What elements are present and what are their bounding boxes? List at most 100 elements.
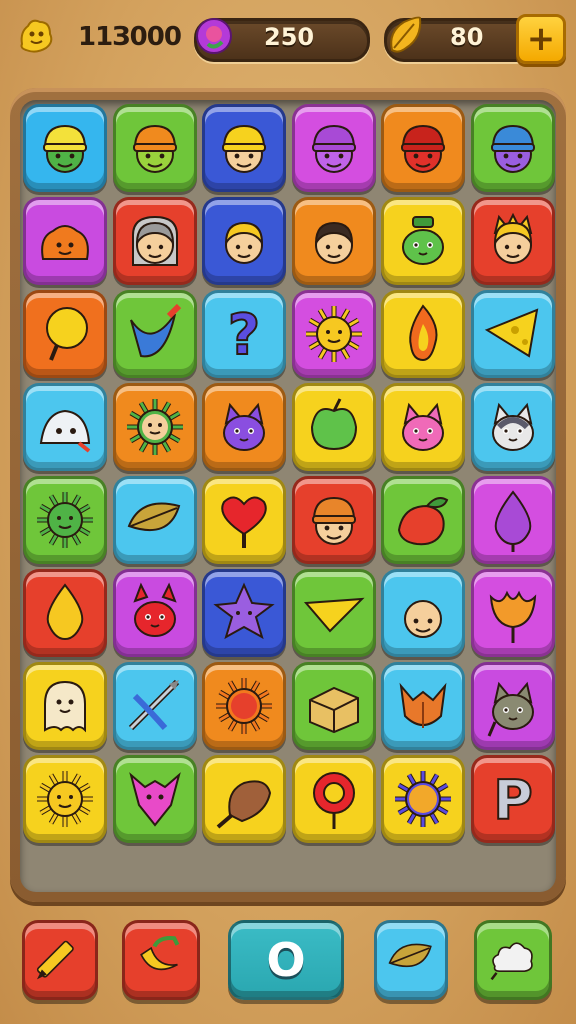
tile-pink-cat[interactable]	[381, 383, 465, 471]
tile-leaf[interactable]	[112, 476, 197, 564]
cheese-block-icon	[308, 686, 359, 734]
blond-face-icon	[224, 221, 264, 264]
tile-red-berry[interactable]	[381, 476, 465, 564]
acorn-icon	[216, 780, 272, 829]
tile-dark-hair-face[interactable]	[291, 197, 376, 285]
spiky-face-icon	[126, 399, 183, 455]
tile-red-ring[interactable]	[291, 755, 376, 843]
tile-red-sun[interactable]	[202, 662, 286, 750]
bald-face-icon	[404, 600, 442, 638]
spiky-orb-icon	[395, 771, 451, 827]
tile-orange-tulip[interactable]	[470, 569, 555, 657]
tile-question-mark[interactable]: ?	[202, 290, 286, 378]
green-apple-icon	[310, 398, 357, 451]
coin-icon	[20, 19, 53, 53]
banana-booster-button[interactable]	[122, 920, 200, 1000]
tile-crossbow[interactable]	[112, 662, 197, 750]
top-hud: 11З000 250 80 +	[0, 0, 576, 80]
red-devil-icon	[132, 582, 177, 637]
blue-carrot-icon	[129, 303, 181, 358]
cloud-icon	[485, 930, 541, 990]
gem-icon	[196, 18, 232, 54]
cloud-booster-button[interactable]	[474, 920, 552, 1000]
crayon-booster-button[interactable]	[22, 920, 98, 1000]
tile-letter-p[interactable]: P	[470, 755, 555, 843]
tile-husky[interactable]	[470, 383, 555, 471]
tile-grey-hood-face[interactable]	[112, 197, 197, 285]
tile-spiky-face[interactable]	[112, 383, 197, 471]
tile-yellow-drop[interactable]	[23, 569, 107, 657]
tile-green-frog[interactable]	[381, 197, 465, 285]
banana-icon	[133, 930, 189, 990]
tile-heart-lollipop[interactable]	[202, 476, 286, 564]
tile-grey-cat[interactable]	[470, 662, 555, 750]
tile-cheese-block[interactable]	[291, 662, 376, 750]
green-frog-icon	[402, 216, 444, 265]
leaf-icon	[383, 930, 439, 990]
pink-cat-icon	[402, 402, 444, 451]
pink-bat-icon	[128, 772, 181, 827]
tile-white-fish[interactable]	[23, 383, 107, 471]
tile-fox[interactable]	[381, 662, 465, 750]
leaf-booster-button[interactable]	[374, 920, 448, 1000]
tile-blond-face[interactable]	[202, 197, 286, 285]
tile-spiky-orb[interactable]	[381, 755, 465, 843]
smiling-sun-icon	[37, 771, 93, 827]
tile-blue-carrot[interactable]	[112, 290, 197, 378]
tile-green-apple[interactable]	[291, 383, 376, 471]
ghost-icon	[44, 680, 86, 733]
grey-hood-face-icon	[131, 215, 178, 266]
tile-cheese[interactable]	[470, 290, 555, 378]
svg-text:?: ?	[228, 303, 260, 368]
yellow-wedge-icon	[303, 597, 365, 633]
tile-yellow-lollipop[interactable]	[23, 290, 107, 378]
tile-purple-drop[interactable]	[470, 476, 555, 564]
question-mark-icon: ?	[227, 302, 261, 368]
tile-pink-bat[interactable]	[112, 755, 197, 843]
husky-icon	[491, 402, 534, 451]
tile-violet-hat-face[interactable]	[470, 104, 555, 192]
beanie-face-icon	[311, 496, 356, 545]
red-sun-icon	[216, 678, 272, 734]
heart-lollipop-icon	[221, 496, 267, 548]
tile-smiling-sun[interactable]	[23, 755, 107, 843]
crown-face-icon	[493, 212, 532, 264]
tile-acorn[interactable]	[202, 755, 286, 843]
center-toggle-button[interactable]: O	[228, 920, 344, 1000]
tile-red-hat-face[interactable]	[381, 104, 465, 192]
tile-purple-star[interactable]	[202, 569, 286, 657]
yellow-drop-icon	[46, 583, 84, 641]
tile-grid: ? P	[23, 104, 555, 843]
cheese-icon	[484, 308, 538, 358]
leaves-counter: 80	[450, 23, 484, 51]
leaf-icon	[127, 502, 180, 531]
tile-red-devil[interactable]	[112, 569, 197, 657]
tile-flame[interactable]	[381, 290, 465, 378]
add-currency-button[interactable]: +	[516, 14, 566, 64]
tile-purple-hat-face[interactable]	[291, 104, 376, 192]
purple-drop-icon	[494, 490, 531, 552]
lime-hat-face-icon	[132, 124, 177, 173]
tile-bald-face[interactable]	[381, 569, 465, 657]
grey-cat-icon	[487, 681, 534, 737]
tile-ghost[interactable]	[23, 662, 107, 750]
tile-yellow-hat-face[interactable]	[202, 104, 286, 192]
tile-lime-hat-face[interactable]	[112, 104, 197, 192]
fox-icon	[399, 682, 447, 728]
tile-purple-cat[interactable]	[202, 383, 286, 471]
tile-beanie-face[interactable]	[291, 476, 376, 564]
tile-yellow-wedge[interactable]	[291, 569, 376, 657]
dark-hair-face-icon	[314, 221, 353, 264]
yellow-lollipop-icon	[46, 307, 88, 361]
green-sun-icon	[37, 492, 93, 548]
crossbow-icon	[128, 679, 179, 731]
tile-sun-face[interactable]	[291, 290, 376, 378]
tile-crown-face[interactable]	[470, 197, 555, 285]
tile-green-sun[interactable]	[23, 476, 107, 564]
tile-orange-blob[interactable]	[23, 197, 107, 285]
tile-green-hat-face[interactable]	[23, 104, 107, 192]
red-hat-face-icon	[401, 124, 445, 173]
center-button-label: O	[266, 933, 306, 987]
purple-star-icon	[213, 582, 275, 640]
red-berry-icon	[397, 497, 449, 546]
